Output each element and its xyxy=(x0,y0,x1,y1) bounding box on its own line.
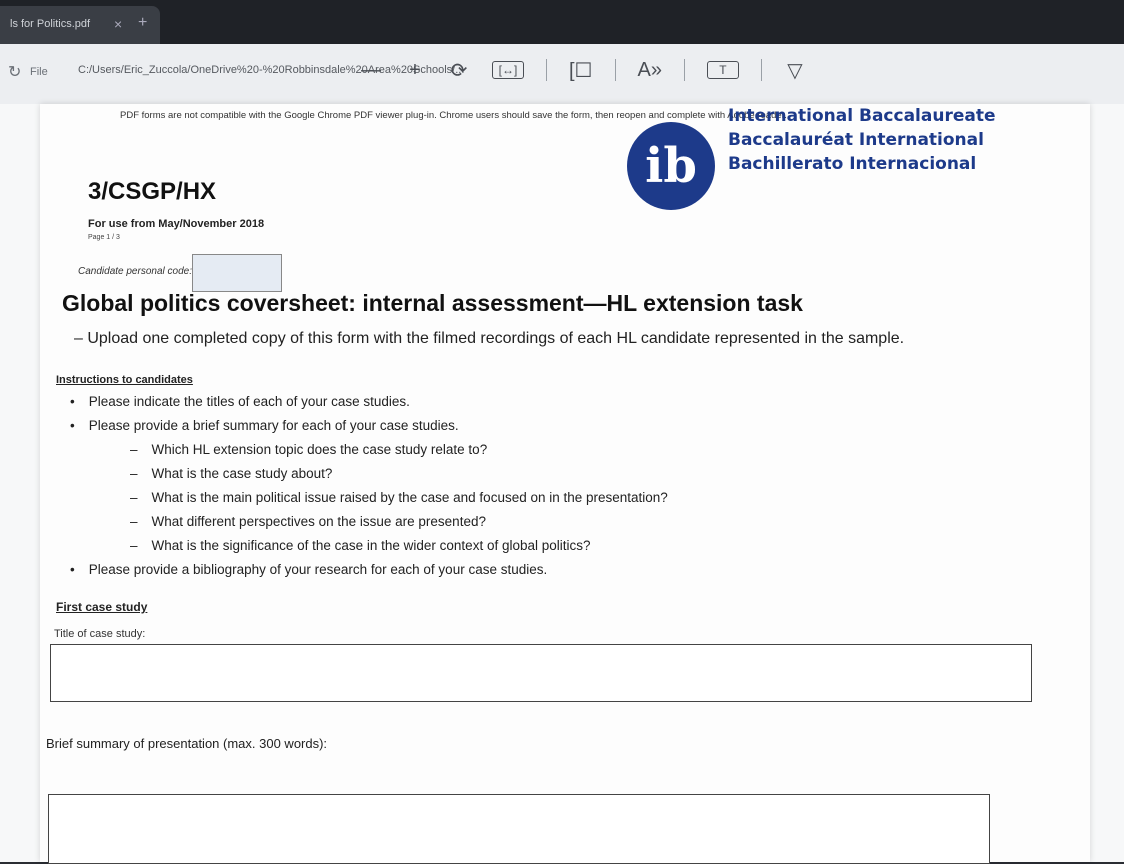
browser-tab[interactable]: ls for Politics.pdf × + xyxy=(0,6,160,44)
candidate-code-field[interactable] xyxy=(192,254,282,292)
pdf-viewport: PDF forms are not compatible with the Go… xyxy=(0,104,1124,864)
add-text-icon[interactable]: T xyxy=(706,61,739,79)
instruction-subitem: What is the case study about? xyxy=(70,462,668,486)
case-title-label: Title of case study: xyxy=(54,628,146,640)
close-tab-icon[interactable]: × xyxy=(114,16,122,32)
toolbar-divider xyxy=(614,59,616,81)
instruction-subitem: What different perspectives on the issue… xyxy=(70,510,668,534)
first-case-heading: First case study xyxy=(56,600,148,614)
tab-title: ls for Politics.pdf xyxy=(10,18,91,30)
zoom-out-button[interactable]: — xyxy=(360,59,382,82)
instruction-subitem: Which HL extension topic does the case s… xyxy=(70,438,668,462)
read-aloud-icon[interactable]: A» xyxy=(638,59,662,82)
draw-icon[interactable]: ▽ xyxy=(784,58,806,83)
page-number: Page 1 / 3 xyxy=(88,234,120,241)
instruction-item: Please indicate the titles of each of yo… xyxy=(70,390,668,414)
toolbar-divider xyxy=(683,59,685,81)
ib-name-fr: Baccalauréat International xyxy=(728,130,984,150)
upload-instruction: – Upload one completed copy of this form… xyxy=(74,330,905,347)
fit-page-icon[interactable]: [↔] xyxy=(492,61,524,79)
ib-logo-icon: ib xyxy=(627,122,715,210)
use-from-date: For use from May/November 2018 xyxy=(88,218,265,230)
case-title-field[interactable] xyxy=(50,644,1032,702)
page-view-icon[interactable]: [☐ xyxy=(569,58,593,83)
ib-logo-text: ib xyxy=(645,138,697,194)
tab-bar: ls for Politics.pdf × + xyxy=(0,0,1124,44)
instruction-item: Please provide a brief summary for each … xyxy=(70,414,668,438)
toolbar-divider xyxy=(760,59,762,81)
ib-name-en: International Baccalaureate xyxy=(728,106,996,126)
instruction-subitem: What is the significance of the case in … xyxy=(70,534,668,558)
file-scheme-label: File xyxy=(30,66,48,78)
summary-label: Brief summary of presentation (max. 300 … xyxy=(46,736,328,751)
address-bar: ↻ File C:/Users/Eric_Zuccola/OneDrive%20… xyxy=(0,44,1124,105)
toolbar-divider xyxy=(546,59,547,81)
rotate-icon[interactable]: ⟳ xyxy=(448,58,470,83)
instructions-list: Please indicate the titles of each of yo… xyxy=(70,390,668,582)
ib-organisation-names: International Baccalaureate Baccalauréat… xyxy=(728,104,996,176)
ib-name-es: Bachillerato Internacional xyxy=(728,154,977,174)
refresh-icon[interactable]: ↻ xyxy=(8,62,21,82)
page-title: Global politics coversheet: internal ass… xyxy=(62,290,803,316)
pdf-toolbar: — + ⟳ [↔] [☐ A» T ▽ xyxy=(360,50,806,90)
instruction-item: Please provide a bibliography of your re… xyxy=(70,558,668,582)
instructions-heading: Instructions to candidates xyxy=(56,374,193,386)
candidate-code-label: Candidate personal code: xyxy=(78,266,192,277)
zoom-in-button[interactable]: + xyxy=(404,59,426,82)
new-tab-icon[interactable]: + xyxy=(138,14,147,32)
form-code: 3/CSGP/HX xyxy=(88,178,217,205)
pdf-page: PDF forms are not compatible with the Go… xyxy=(40,104,1090,864)
instruction-subitem: What is the main political issue raised … xyxy=(70,486,668,510)
summary-field[interactable] xyxy=(48,794,990,864)
